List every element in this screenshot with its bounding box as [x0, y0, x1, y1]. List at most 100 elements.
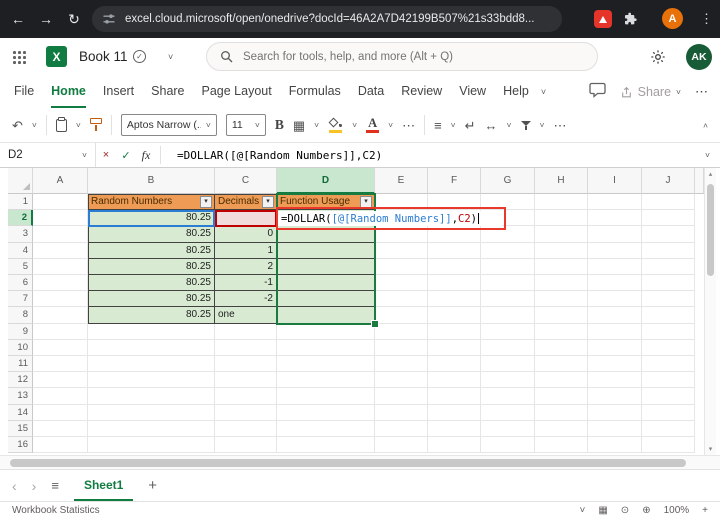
cell-F4[interactable] — [428, 242, 481, 259]
fill-handle[interactable] — [371, 320, 379, 328]
tab-file[interactable]: File — [14, 76, 34, 108]
cell-C10[interactable] — [215, 339, 277, 356]
cell-E7[interactable] — [375, 291, 428, 308]
name-box-chevron[interactable]: ˅ — [82, 151, 87, 160]
cell-H9[interactable] — [535, 323, 588, 340]
cell-A13[interactable] — [33, 388, 88, 405]
cell-C4[interactable]: 1 — [215, 242, 277, 259]
more-commands-button[interactable]: ⋯ — [553, 119, 566, 132]
status-chevron-icon[interactable]: ˅ — [580, 505, 586, 516]
cell-I11[interactable] — [588, 356, 642, 373]
row-header-9[interactable]: 9 — [8, 323, 33, 340]
name-box[interactable]: D2 ˅ — [0, 143, 96, 167]
cell-B14[interactable] — [88, 404, 215, 421]
cell-C3[interactable]: 0 — [215, 226, 277, 243]
row-header-5[interactable]: 5 — [8, 258, 33, 275]
cell-D13[interactable] — [277, 388, 375, 405]
column-header-D[interactable]: D — [277, 168, 375, 194]
cell-I4[interactable] — [588, 242, 642, 259]
row-header-15[interactable]: 15 — [8, 420, 33, 437]
cell-G4[interactable] — [481, 242, 535, 259]
prev-sheet-button[interactable]: ‹ — [12, 478, 17, 494]
cell-E6[interactable] — [375, 275, 428, 292]
cell-C9[interactable] — [215, 323, 277, 340]
cell-G16[interactable] — [481, 437, 535, 454]
borders-menu-chevron[interactable]: ˅ — [314, 121, 319, 130]
keyboard-shortcuts-icon[interactable]: ▦ — [598, 505, 607, 516]
help-circle-icon[interactable]: ⊙ — [621, 505, 629, 516]
cell-H1[interactable] — [535, 194, 588, 211]
borders-button[interactable]: ▦ — [293, 119, 305, 132]
cell-F5[interactable] — [428, 258, 481, 275]
undo-button[interactable]: ↶ — [12, 119, 23, 132]
cell-G5[interactable] — [481, 258, 535, 275]
excel-logo-icon[interactable]: X — [46, 46, 67, 67]
cell-C8[interactable]: one — [215, 307, 277, 324]
row-header-7[interactable]: 7 — [8, 291, 33, 308]
cell-A9[interactable] — [33, 323, 88, 340]
cell-A6[interactable] — [33, 275, 88, 292]
cell-B8[interactable]: 80.25 — [88, 307, 215, 324]
cell-J6[interactable] — [642, 275, 695, 292]
more-font-options-button[interactable]: ⋯ — [402, 119, 415, 132]
cell-D15[interactable] — [277, 420, 375, 437]
cell-D3[interactable] — [277, 226, 375, 243]
row-header-3[interactable]: 3 — [8, 226, 33, 243]
merge-cells-button[interactable]: ↔ — [485, 119, 498, 132]
cell-D4[interactable] — [277, 242, 375, 259]
cell-J4[interactable] — [642, 242, 695, 259]
cell-F8[interactable] — [428, 307, 481, 324]
accessibility-icon[interactable]: ⊕ — [642, 505, 650, 516]
sheet-tab-sheet1[interactable]: Sheet1 — [73, 470, 134, 501]
all-sheets-menu-icon[interactable]: ≡ — [51, 478, 59, 493]
bold-button[interactable]: B — [275, 118, 284, 132]
cell-A16[interactable] — [33, 437, 88, 454]
cell-E14[interactable] — [375, 404, 428, 421]
cell-C12[interactable] — [215, 372, 277, 389]
ribbon-overflow-icon[interactable]: ⋯ — [695, 84, 708, 100]
cancel-button[interactable]: × — [96, 149, 116, 161]
cell-I14[interactable] — [588, 404, 642, 421]
expand-formula-bar-chevron[interactable]: ˅ — [705, 151, 710, 160]
fill-color-chevron[interactable]: ˅ — [352, 121, 357, 130]
cell-C1[interactable]: Decimals ▾ — [215, 194, 277, 211]
cell-J3[interactable] — [642, 226, 695, 243]
cell-I10[interactable] — [588, 339, 642, 356]
tab-data[interactable]: Data — [358, 76, 384, 108]
cell-F16[interactable] — [428, 437, 481, 454]
column-header-B[interactable]: B — [88, 168, 215, 194]
cell-D12[interactable] — [277, 372, 375, 389]
browser-menu-icon[interactable]: ⋮ — [700, 0, 713, 38]
paste-menu-chevron[interactable]: ˅ — [76, 121, 81, 130]
sort-filter-chevron[interactable]: ˅ — [540, 121, 545, 130]
tab-view[interactable]: View — [459, 76, 486, 108]
cell-I5[interactable] — [588, 258, 642, 275]
cell-A7[interactable] — [33, 291, 88, 308]
cell-F13[interactable] — [428, 388, 481, 405]
row-header-1[interactable]: 1 — [8, 194, 33, 211]
extensions-puzzle-icon[interactable] — [622, 11, 638, 32]
cell-C16[interactable] — [215, 437, 277, 454]
tab-help[interactable]: Help — [503, 76, 529, 108]
alignment-button[interactable]: ≡ — [434, 119, 442, 132]
add-sheet-button[interactable]: + — [148, 477, 157, 494]
formula-input[interactable]: =DOLLAR([@[Random Numbers]],C2) — [177, 149, 705, 162]
cell-I16[interactable] — [588, 437, 642, 454]
cell-H15[interactable] — [535, 420, 588, 437]
cell-H8[interactable] — [535, 307, 588, 324]
document-title[interactable]: Book 11 — [79, 38, 128, 76]
cell-F14[interactable] — [428, 404, 481, 421]
row-header-8[interactable]: 8 — [8, 307, 33, 324]
app-launcher-icon[interactable] — [13, 51, 26, 64]
cell-F7[interactable] — [428, 291, 481, 308]
tab-formulas[interactable]: Formulas — [289, 76, 341, 108]
cell-J12[interactable] — [642, 372, 695, 389]
cell-C14[interactable] — [215, 404, 277, 421]
scroll-down-arrow[interactable]: ▾ — [705, 445, 716, 453]
cell-B7[interactable]: 80.25 — [88, 291, 215, 308]
share-button[interactable]: Share ˅ — [620, 85, 681, 99]
more-tabs-chevron[interactable]: ˅ — [541, 87, 546, 97]
title-chevron-icon[interactable]: ˅ — [168, 38, 173, 76]
filter-button[interactable]: ▾ — [262, 195, 274, 208]
column-header-J[interactable]: J — [642, 168, 695, 194]
